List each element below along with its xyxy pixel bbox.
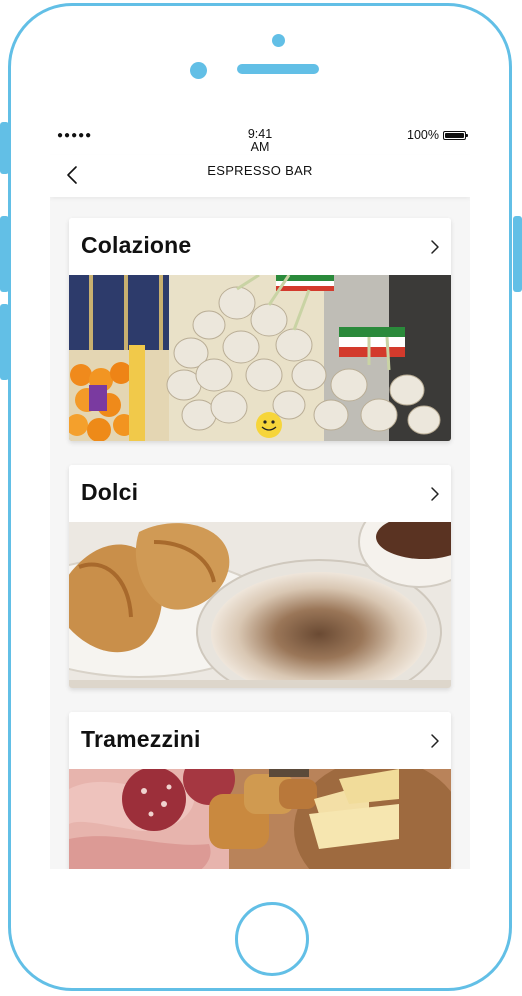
navigation-bar: ESPRESSO BAR: [50, 155, 470, 197]
volume-down-button[interactable]: [0, 304, 9, 380]
mute-switch[interactable]: [0, 122, 9, 174]
category-card-dolci[interactable]: Dolci: [69, 465, 451, 688]
page-title: ESPRESSO BAR: [207, 163, 313, 178]
chevron-right-icon: [431, 734, 439, 748]
front-sensor: [272, 34, 285, 47]
status-bar: ●●●●● 9:41 AM 100%: [50, 123, 470, 159]
chevron-right-icon: [431, 240, 439, 254]
chevron-right-icon: [431, 487, 439, 501]
home-button[interactable]: [235, 902, 309, 976]
battery-icon: [443, 130, 468, 140]
front-camera: [190, 62, 207, 79]
category-title: Colazione: [81, 232, 192, 258]
charcuterie-cheese-photo: [69, 769, 451, 869]
category-title: Tramezzini: [81, 726, 201, 752]
app-screen: ●●●●● 9:41 AM 100% ESPRESSO BAR Colazion…: [50, 123, 470, 869]
card-header: Tramezzini: [69, 712, 451, 769]
cappuccino-croissant-photo: [69, 522, 451, 688]
earpiece-speaker: [237, 64, 319, 74]
power-button[interactable]: [513, 216, 522, 292]
category-card-colazione[interactable]: Colazione: [69, 218, 451, 441]
battery-indicator: 100%: [407, 128, 468, 142]
category-card-tramezzini[interactable]: Tramezzini: [69, 712, 451, 869]
breakfast-market-photo: [69, 275, 451, 441]
battery-percent: 100%: [407, 128, 439, 142]
card-header: Colazione: [69, 218, 451, 275]
card-header: Dolci: [69, 465, 451, 522]
category-title: Dolci: [81, 479, 139, 505]
volume-up-button[interactable]: [0, 216, 9, 292]
